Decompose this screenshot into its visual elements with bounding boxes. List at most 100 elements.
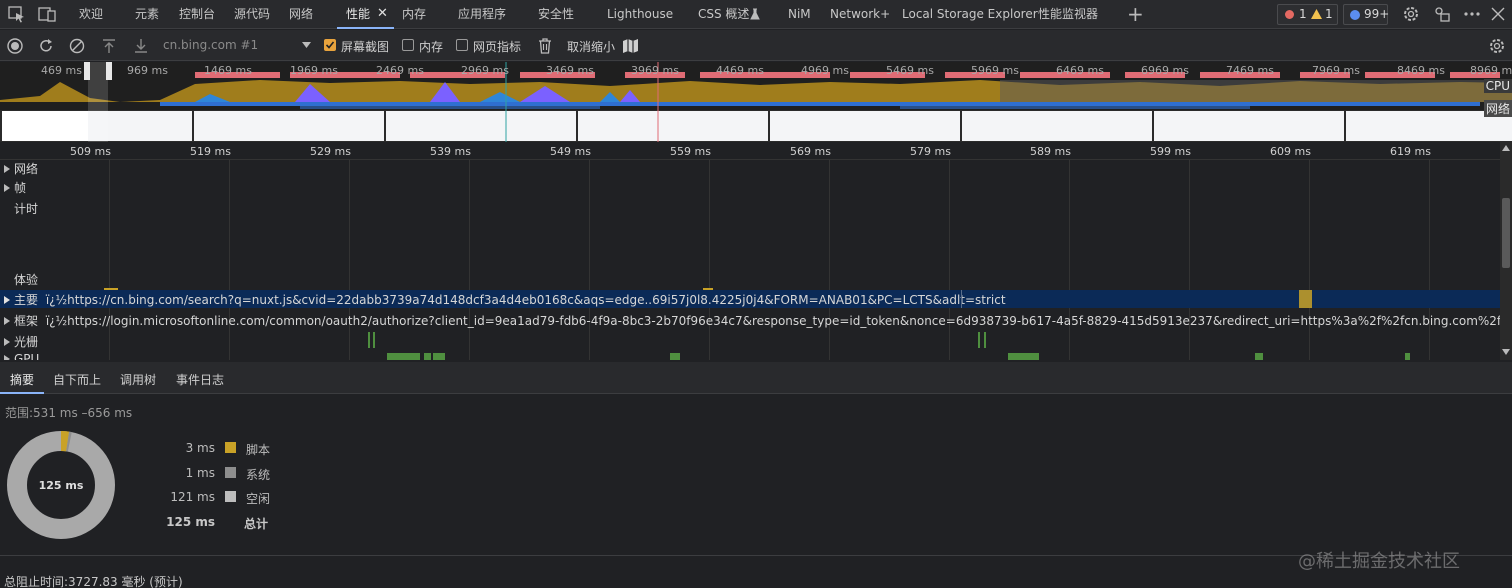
tab-summary[interactable]: 摘要 — [10, 371, 34, 388]
selection-left-handle[interactable] — [84, 62, 90, 80]
grid-line — [1189, 160, 1190, 360]
errors-warnings-badge[interactable]: 1 1 — [1277, 4, 1338, 25]
overview-tick: 1969 ms — [290, 64, 338, 77]
grid-line — [349, 160, 350, 360]
gpu-event[interactable] — [387, 353, 420, 360]
map-icon[interactable] — [621, 36, 641, 56]
gpu-event[interactable] — [1405, 353, 1410, 360]
selection-right-handle[interactable] — [106, 62, 112, 80]
settings-gear-icon[interactable] — [1400, 4, 1422, 24]
main-thread-label: 主要 — [14, 293, 39, 307]
zoom-out-button[interactable]: 取消缩小 — [567, 38, 615, 55]
selection-window[interactable] — [88, 62, 108, 142]
tab-bottom-up[interactable]: 自下而上 — [53, 371, 101, 388]
tab-elements[interactable]: 元素 — [135, 0, 159, 29]
legend-label-idle: 空闲 — [246, 492, 271, 506]
network-lane — [160, 102, 1480, 109]
tab-welcome[interactable]: 欢迎 — [79, 0, 103, 29]
overview-tick: 2469 ms — [376, 64, 424, 77]
gpu-event[interactable] — [424, 353, 431, 360]
tab-event-log[interactable]: 事件日志 — [176, 371, 224, 388]
tab-console[interactable]: 控制台 — [179, 0, 215, 29]
expand-triangle-icon[interactable] — [4, 296, 10, 304]
grid-line — [1429, 160, 1430, 360]
expand-triangle-icon[interactable] — [4, 165, 10, 173]
track-gpu[interactable]: GPU — [0, 352, 39, 360]
grid-line — [229, 160, 230, 360]
grid-line — [109, 160, 110, 360]
tab-sources[interactable]: 源代码 — [234, 0, 270, 29]
device-toolbar-icon[interactable] — [36, 4, 58, 24]
gpu-event[interactable] — [670, 353, 680, 360]
timeline-overview[interactable]: 469 ms 969 ms 1469 ms 1969 ms 2469 ms 29… — [0, 62, 1512, 142]
track-raster[interactable]: 光栅 — [0, 333, 38, 350]
tab-network-plus[interactable]: Network+ — [830, 0, 890, 29]
raster-event[interactable] — [373, 332, 375, 348]
capture-settings-gear-icon[interactable] — [1487, 36, 1507, 56]
issues-count: 99+ — [1364, 7, 1390, 21]
tab-lighthouse[interactable]: Lighthouse — [607, 0, 673, 29]
close-devtools-icon[interactable] — [1487, 4, 1509, 24]
tab-css-overview[interactable]: CSS 概述 — [698, 0, 749, 29]
inspect-element-icon[interactable] — [6, 4, 28, 24]
tab-security[interactable]: 安全性 — [538, 0, 574, 29]
customize-devtools-icon[interactable] — [1431, 4, 1453, 24]
tab-network[interactable]: 网络 — [289, 0, 313, 29]
overview-tick: 6469 ms — [1056, 64, 1104, 77]
gpu-event[interactable] — [433, 353, 445, 360]
tab-local-storage-explorer[interactable]: Local Storage Explorer — [902, 0, 1038, 29]
error-icon — [1285, 10, 1294, 19]
experiment-flask-icon — [750, 8, 760, 20]
garbage-collect-trash-icon[interactable] — [535, 36, 555, 56]
expand-triangle-icon[interactable] — [4, 317, 10, 325]
main-thread-title: 主要 ï¿½https://cn.bing.com/search?q=nuxt.… — [0, 291, 1006, 308]
close-tab-icon[interactable]: ✕ — [377, 0, 388, 29]
raster-event[interactable] — [368, 332, 370, 348]
flame-chart-tracks[interactable]: 网络 帧 计时 体验 主要 ï¿½https://cn.bing.com/sea… — [0, 160, 1500, 360]
tab-performance[interactable]: 性能 — [346, 0, 370, 29]
recording-select[interactable]: cn.bing.com #1 — [163, 38, 258, 52]
save-profile-icon[interactable] — [131, 36, 151, 56]
track-experience-label: 体验 — [14, 273, 39, 287]
tab-nim[interactable]: NiM — [788, 0, 811, 29]
raster-event[interactable] — [984, 332, 986, 348]
issues-badge[interactable]: 99+ — [1343, 4, 1390, 25]
reload-record-icon[interactable] — [36, 36, 56, 56]
scroll-down-icon[interactable] — [1502, 349, 1510, 355]
main-thread-url: ï¿½https://cn.bing.com/search?q=nuxt.js&… — [45, 293, 1006, 307]
more-options-icon[interactable] — [1461, 4, 1483, 24]
track-frames[interactable]: 帧 — [0, 179, 26, 196]
raster-event[interactable] — [978, 332, 980, 348]
add-tab-icon[interactable]: + — [1127, 0, 1144, 29]
tab-application[interactable]: 应用程序 — [458, 0, 506, 29]
expand-triangle-icon[interactable] — [4, 338, 10, 346]
expand-triangle-icon[interactable] — [4, 355, 10, 360]
overview-tick: 469 ms — [41, 64, 82, 77]
gpu-event[interactable] — [1255, 353, 1263, 360]
memory-checkbox[interactable] — [402, 39, 414, 51]
load-profile-icon[interactable] — [99, 36, 119, 56]
chevron-down-icon[interactable] — [302, 42, 311, 49]
gpu-event[interactable] — [1008, 353, 1039, 360]
scrollbar-thumb[interactable] — [1502, 198, 1510, 268]
scroll-up-icon[interactable] — [1502, 145, 1510, 151]
track-network[interactable]: 网络 — [0, 160, 38, 177]
record-icon[interactable] — [5, 36, 25, 56]
main-thread-divider — [961, 290, 962, 308]
tab-call-tree[interactable]: 调用树 — [120, 371, 156, 388]
track-network-label: 网络 — [14, 162, 39, 176]
web-vitals-checkbox[interactable] — [456, 39, 468, 51]
track-main-thread[interactable]: 主要 ï¿½https://cn.bing.com/search?q=nuxt.… — [0, 290, 1500, 308]
tab-performance-monitor[interactable]: 性能监视器 — [1038, 0, 1098, 29]
overview-tick: 1469 ms — [204, 64, 252, 77]
total-blocking-time: 总阻止时间:3727.83 毫秒 (预计) — [4, 575, 183, 588]
clear-icon[interactable] — [67, 36, 87, 56]
performance-toolbar: cn.bing.com #1 屏幕截图 内存 网页指标 取消缩小 — [0, 30, 1512, 61]
ruler-tick: 589 ms — [1030, 145, 1071, 158]
track-frame[interactable]: 框架 ï¿½https://login.microsoftonline.com/… — [0, 312, 1500, 329]
expand-triangle-icon[interactable] — [4, 184, 10, 192]
tracks-scrollbar[interactable] — [1500, 142, 1512, 360]
screenshots-checkbox[interactable] — [324, 39, 336, 51]
tab-memory[interactable]: 内存 — [402, 0, 426, 29]
main-thread-task[interactable] — [1299, 290, 1312, 308]
